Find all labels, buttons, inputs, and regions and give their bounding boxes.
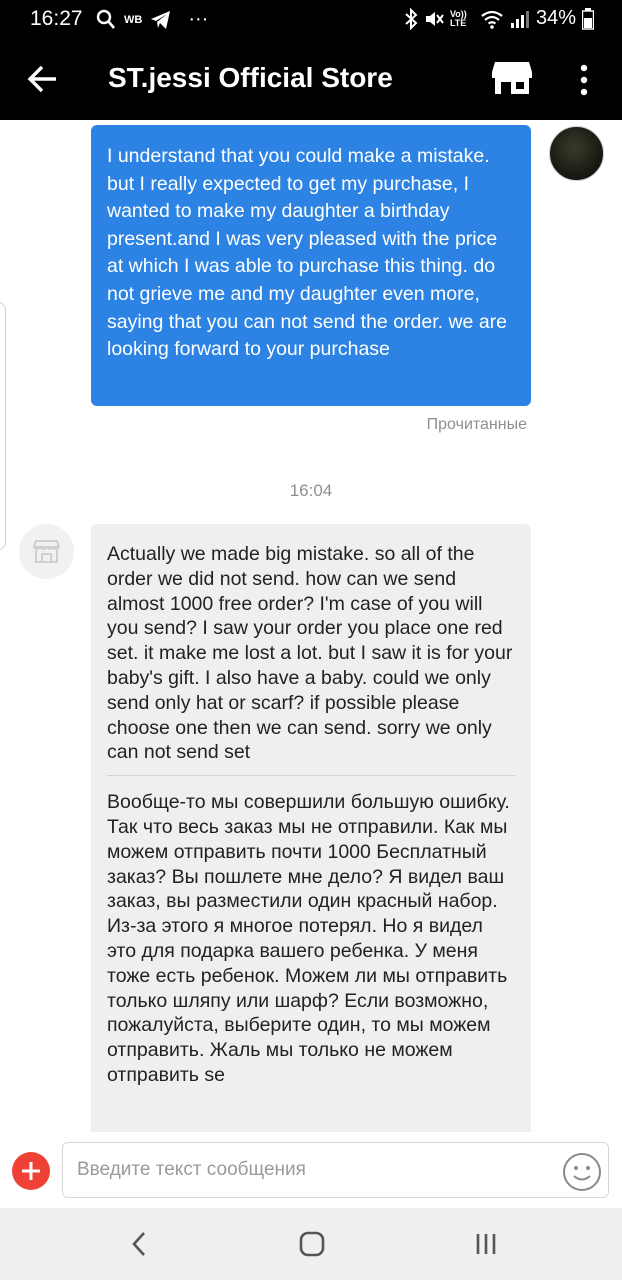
store-icon[interactable] [492, 60, 532, 96]
nav-recents-icon[interactable] [466, 1226, 506, 1262]
outgoing-message[interactable]: I understand that you could make a mista… [91, 125, 531, 406]
status-bar: 16:27 WB ··· Vo)) LTE 34% [0, 0, 622, 40]
battery-percent: 34% [535, 7, 576, 29]
translation-divider [107, 775, 515, 777]
outgoing-message-text: I understand that you could make a mista… [107, 145, 508, 361]
bluetooth-icon [405, 7, 418, 30]
wb-label: WB [124, 13, 143, 26]
chat-screen: 16:27 WB ··· Vo)) LTE 34% ST.jessi Offic… [0, 0, 622, 1280]
user-avatar[interactable] [549, 126, 604, 181]
message-time: 16:04 [289, 481, 333, 500]
status-notification-icons: WB ··· [96, 8, 208, 31]
status-time: 16:27 [30, 7, 83, 30]
signal-icon [510, 10, 529, 28]
store-avatar-icon [32, 540, 61, 563]
chat-header: ST.jessi Official Store [0, 40, 622, 120]
volte-indicator: Vo)) LTE [449, 8, 467, 28]
arrow-left-icon[interactable] [26, 62, 60, 96]
search-icon [96, 9, 115, 29]
edge-panel-handle[interactable] [0, 302, 6, 550]
add-attachment-button[interactable] [12, 1152, 50, 1190]
incoming-message-translation: Вообще-то мы совершили большую ошибку. Т… [107, 791, 510, 1086]
wifi-icon [481, 10, 503, 29]
status-system-icons: Vo)) LTE 34% [404, 7, 594, 30]
nav-home-icon[interactable] [292, 1226, 332, 1262]
store-title: ST.jessi Official Store [108, 62, 393, 93]
more-vertical-icon[interactable] [576, 62, 592, 98]
more-notifications: ··· [188, 8, 209, 30]
read-status: Прочитанные [426, 416, 527, 433]
smiley-icon[interactable] [562, 1152, 602, 1192]
battery-icon [582, 7, 594, 30]
telegram-icon [151, 10, 171, 29]
message-input-bar [0, 1132, 622, 1208]
message-input[interactable] [62, 1142, 609, 1198]
chat-messages[interactable]: I understand that you could make a mista… [0, 120, 622, 1132]
nav-back-icon[interactable] [120, 1226, 160, 1262]
mute-icon [425, 11, 444, 26]
incoming-message[interactable]: Actually we made big mistake. so all of … [91, 524, 531, 1132]
incoming-message-original: Actually we made big mistake. so all of … [107, 543, 513, 764]
system-navigation-bar [0, 1208, 622, 1280]
store-avatar[interactable] [19, 524, 74, 579]
